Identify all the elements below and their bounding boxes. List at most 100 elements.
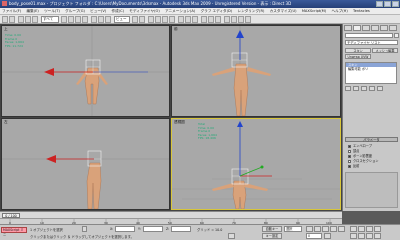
tab-display[interactable] [380,25,388,31]
menu-create[interactable]: 作成(C) [112,8,125,14]
option-envelopes[interactable]: エンベロープ [348,144,372,148]
menu-help[interactable]: ヘルプ(H) [331,8,347,14]
menu-graph-editors[interactable]: グラフ エディタ(D) [201,8,233,14]
move-icon[interactable] [91,16,97,23]
pivot-center-icon[interactable] [132,16,138,23]
checkbox-icon[interactable] [348,149,351,153]
quick-render-icon[interactable] [245,16,251,23]
selection-filter-dropdown[interactable]: すべて [41,16,59,23]
zoom-all-icon[interactable] [358,226,365,232]
reference-coord-dropdown[interactable]: ビュー [114,16,130,23]
material-editor-icon[interactable] [224,16,230,23]
make-unique-icon[interactable] [361,86,367,91]
zoom-extents-icon[interactable] [366,226,373,232]
parameters-rollout[interactable]: パラメータ [345,137,398,142]
align-icon[interactable] [192,16,198,23]
menu-modifiers[interactable]: モディファイヤ(O) [129,8,159,14]
percent-snap-icon[interactable] [162,16,168,23]
tab-hierarchy[interactable] [362,25,370,31]
zoom-extents-all-icon[interactable] [374,226,381,232]
pin-stack-icon[interactable] [345,86,351,91]
auto-key-button[interactable]: 自動キー [262,226,282,232]
menu-group[interactable]: グループ(G) [65,8,85,14]
angle-snap-icon[interactable] [155,16,161,23]
viewport-perspective[interactable]: 透視図 Total Time: 0.00 Frame 0 Faces: 1,66… [171,118,341,210]
key-filter-dropdown[interactable]: 選択 [284,226,302,232]
option-mirror[interactable]: 反射 [348,164,359,168]
pan-icon[interactable] [358,233,365,239]
checkbox-icon[interactable] [348,154,351,158]
object-name-field[interactable] [345,33,393,38]
rotate-icon[interactable] [98,16,104,23]
checkbox-icon[interactable] [348,144,351,148]
spinner-snap-icon[interactable] [169,16,175,23]
menu-rendering[interactable]: レンダリング(R) [237,8,264,14]
snap-toggle-icon[interactable] [148,16,154,23]
play-icon[interactable] [322,226,329,232]
menu-tentacles[interactable]: Tentacles [353,8,370,14]
close-button[interactable] [392,1,399,7]
modifier-unwrap-button[interactable]: Unwrap UVW [345,54,371,59]
menu-maxscript[interactable]: MAXScript(M) [302,8,326,14]
mirror-icon[interactable] [185,16,191,23]
layer-manager-icon[interactable] [201,16,207,23]
go-to-end-icon[interactable] [338,226,345,232]
modifier-skin-button[interactable]: スキン [345,48,371,53]
viewport-top[interactable]: 上 Time: 0.00 Frame 0 Faces: 1,664 FPS: 1… [1,25,170,117]
render-setup-icon[interactable] [231,16,237,23]
option-vertices[interactable]: 頂点 [348,149,359,153]
tab-modify[interactable] [353,25,361,31]
object-color-swatch[interactable] [394,33,399,38]
add-time-tag-icon[interactable] [228,233,235,239]
modifier-list-dropdown[interactable]: モディファイヤ リスト [345,40,398,45]
tab-create[interactable] [344,25,352,31]
bind-space-warp-icon[interactable] [32,16,38,23]
bone-list-box[interactable] [345,172,398,208]
lock-selection-icon[interactable] [82,226,87,232]
redo-icon[interactable] [9,16,15,23]
stack-item[interactable]: 編集可能 ポリ [346,67,396,71]
window-crossing-icon[interactable] [82,16,88,23]
select-object-icon[interactable] [61,16,67,23]
set-key-button[interactable]: キー設定 [262,233,282,239]
viewport-front[interactable]: 前 [171,25,341,117]
manipulate-icon[interactable] [139,16,145,23]
rendered-frame-icon[interactable] [238,16,244,23]
menu-views[interactable]: ビュー(V) [90,8,106,14]
option-cross-sections[interactable]: クロスセクション [348,159,379,163]
curve-editor-icon[interactable] [208,16,214,23]
time-config-icon[interactable] [324,233,331,239]
option-bone-affect[interactable]: ボーン影響度 [348,154,372,158]
y-coord-field[interactable] [143,226,163,232]
x-coord-field[interactable] [115,226,135,232]
link-icon[interactable] [18,16,24,23]
field-of-view-icon[interactable] [350,233,357,239]
show-end-result-icon[interactable] [353,86,359,91]
zoom-icon[interactable] [350,226,357,232]
maximize-button[interactable] [384,1,391,7]
viewport-left[interactable]: 左 [1,118,170,210]
menu-animation[interactable]: アニメーション(A) [165,8,195,14]
named-selection-icon[interactable] [178,16,184,23]
menu-edit[interactable]: 編集(E) [27,8,39,14]
orbit-icon[interactable] [366,233,373,239]
menu-tools[interactable]: ツール(T) [44,8,60,14]
tab-utilities[interactable] [389,25,397,31]
next-frame-icon[interactable] [330,226,337,232]
go-to-start-icon[interactable] [306,226,313,232]
unlink-icon[interactable] [25,16,31,23]
maxscript-listener[interactable]: MAXScript ミニ [1,227,27,237]
modifier-edit-mesh-button[interactable]: メッシュ編集 [372,48,398,53]
schematic-view-icon[interactable] [215,16,221,23]
select-by-name-icon[interactable] [68,16,74,23]
z-coord-field[interactable] [171,226,191,232]
scale-icon[interactable] [105,16,111,23]
previous-frame-icon[interactable] [314,226,321,232]
checkbox-icon[interactable] [348,159,351,163]
tab-motion[interactable] [371,25,379,31]
maximize-viewport-icon[interactable] [374,233,381,239]
menu-file[interactable]: ファイル(F) [2,8,21,14]
menu-customize[interactable]: カスタマイズ(U) [270,8,297,14]
remove-modifier-icon[interactable] [369,86,375,91]
configure-sets-icon[interactable] [377,86,383,91]
